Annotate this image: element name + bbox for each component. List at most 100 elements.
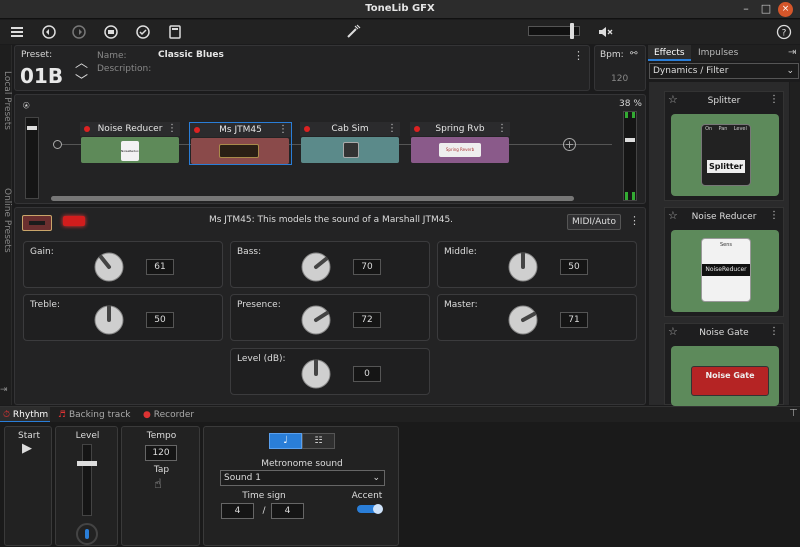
chain-slot-cab-sim[interactable]: Cab Sim ⋮ xyxy=(300,122,400,164)
reset-icon[interactable] xyxy=(102,23,120,41)
output-gain-handle[interactable] xyxy=(625,138,635,142)
slot-thumbnail xyxy=(301,137,399,163)
slot-power-led[interactable] xyxy=(414,126,420,132)
gain-knob[interactable] xyxy=(92,250,126,284)
redo-icon[interactable] xyxy=(70,23,88,41)
level-knob[interactable] xyxy=(299,357,333,391)
level-label: Level (dB): xyxy=(237,354,286,364)
level-value[interactable]: 0 xyxy=(353,366,381,382)
middle-value[interactable]: 50 xyxy=(560,259,588,275)
preset-menu-icon[interactable]: ⋮ xyxy=(573,49,584,62)
menu-icon[interactable] xyxy=(8,23,26,41)
undo-icon[interactable] xyxy=(40,23,58,41)
tab-online-presets[interactable]: Online Presets xyxy=(0,175,12,265)
link-icon[interactable]: ⚯ xyxy=(630,49,638,59)
input-gain-handle[interactable] xyxy=(27,126,37,130)
save-icon[interactable] xyxy=(134,23,152,41)
bass-knob[interactable] xyxy=(299,250,333,284)
name-label: Name: xyxy=(97,51,127,61)
tab-recorder-label: Recorder xyxy=(153,410,195,420)
effect-menu-icon[interactable]: ⋮ xyxy=(769,326,779,337)
time-sign-numerator[interactable]: 4 xyxy=(221,503,254,519)
gain-value[interactable]: 61 xyxy=(146,259,174,275)
tab-recorder[interactable]: ● Recorder xyxy=(143,407,194,423)
mute-icon[interactable] xyxy=(596,23,614,41)
calculator-icon[interactable] xyxy=(166,23,184,41)
time-sign-denominator[interactable]: 4 xyxy=(271,503,304,519)
treble-value[interactable]: 50 xyxy=(146,312,174,328)
preset-down-icon[interactable]: ﹀ xyxy=(75,70,88,89)
slot-label: Ms JTM45 xyxy=(219,125,262,135)
chain-slot-spring-rvb[interactable]: Spring Rvb ⋮ Spring Reverb xyxy=(410,122,510,164)
tap-label: Tap xyxy=(153,465,170,475)
chain-slot-ms-jtm45[interactable]: Ms JTM45 ⋮ xyxy=(189,122,292,165)
level-control: Level (dB): 0 xyxy=(230,348,430,395)
tab-local-presets[interactable]: Local Presets xyxy=(0,55,12,145)
effects-scrollbar[interactable] xyxy=(790,82,800,405)
presence-value[interactable]: 72 xyxy=(353,312,381,328)
chain-slot-noise-reducer[interactable]: Noise Reducer ⋮ NoiseReducer xyxy=(80,122,180,164)
tap-hand-icon[interactable]: ☝ xyxy=(154,477,162,492)
noise-reducer-sens-label: Sens xyxy=(719,242,733,248)
rhythm-panel xyxy=(0,422,800,547)
rhythm-level-handle[interactable] xyxy=(77,461,97,466)
slot-menu-icon[interactable]: ⋮ xyxy=(497,122,507,136)
effect-category-select[interactable]: Dynamics / Filter ⌄ xyxy=(649,63,799,79)
middle-knob[interactable] xyxy=(506,250,540,284)
preset-name[interactable]: Classic Blues xyxy=(158,50,224,60)
amp-menu-icon[interactable]: ⋮ xyxy=(629,214,640,227)
noise-gate-pedal-label: Noise Gate xyxy=(705,371,755,380)
drum-icon[interactable]: ☷ xyxy=(302,433,335,449)
midi-auto-button[interactable]: MIDI/Auto xyxy=(567,214,621,230)
level-panel: Level xyxy=(55,426,118,546)
slot-power-led[interactable] xyxy=(84,126,90,132)
master-volume-handle[interactable] xyxy=(569,23,574,39)
collapse-panel-icon[interactable]: ⇥ xyxy=(788,47,796,58)
tab-backing-track[interactable]: ♬ Backing track xyxy=(58,407,131,423)
pan-knob[interactable] xyxy=(76,523,98,545)
tempo-value[interactable]: 120 xyxy=(145,445,177,461)
add-effect-icon[interactable]: + xyxy=(563,138,576,151)
slot-menu-icon[interactable]: ⋮ xyxy=(167,122,177,136)
presence-knob[interactable] xyxy=(299,303,333,337)
level-label-bottom: Level xyxy=(75,431,100,441)
tab-effects[interactable]: Effects xyxy=(648,45,691,61)
effect-menu-icon[interactable]: ⋮ xyxy=(769,210,779,221)
minimize-button[interactable]: – xyxy=(738,1,754,17)
slot-power-led[interactable] xyxy=(304,126,310,132)
treble-knob[interactable] xyxy=(92,303,126,337)
slot-menu-icon[interactable]: ⋮ xyxy=(278,123,288,137)
play-icon[interactable]: ▶ xyxy=(22,441,32,456)
expand-icon[interactable]: ⇥ xyxy=(0,385,8,395)
maximize-button[interactable]: □ xyxy=(758,1,774,17)
metronome-icon[interactable]: ♩ xyxy=(269,433,302,449)
effect-card-noise-gate[interactable]: ☆ Noise Gate ⋮ Noise Gate xyxy=(664,323,784,406)
effect-card-noise-reducer[interactable]: ☆ Noise Reducer ⋮ Sens NoiseReducer xyxy=(664,207,784,317)
effect-card-splitter[interactable]: ☆ Splitter ⋮ On Pan Level Splitter xyxy=(664,91,784,201)
noise-gate-pedal-image: Noise Gate xyxy=(671,346,779,406)
svg-text:?: ? xyxy=(782,29,787,39)
middle-control: Middle: 50 xyxy=(437,241,637,288)
tuner-icon[interactable] xyxy=(344,23,362,41)
master-knob[interactable] xyxy=(506,303,540,337)
close-button[interactable]: × xyxy=(778,2,793,17)
accent-toggle[interactable] xyxy=(357,504,383,514)
help-icon[interactable]: ? xyxy=(775,23,793,41)
collapse-bottom-icon[interactable]: ⊤ xyxy=(789,408,798,419)
slot-menu-icon[interactable]: ⋮ xyxy=(387,122,397,136)
bass-value[interactable]: 70 xyxy=(353,259,381,275)
tab-rhythm[interactable]: ⏱ Rhythm xyxy=(0,407,50,423)
bpm-value: 120 xyxy=(611,74,629,84)
chevron-down-icon: ⌄ xyxy=(372,473,380,483)
chain-scrollbar[interactable] xyxy=(51,196,574,201)
sound-select[interactable]: Sound 1 ⌄ xyxy=(220,470,385,486)
effect-menu-icon[interactable]: ⋮ xyxy=(769,94,779,105)
splitter-knob-level-label: Level xyxy=(733,126,747,132)
slot-power-led[interactable] xyxy=(194,127,200,133)
tab-impulses[interactable]: Impulses xyxy=(692,45,744,61)
input-icon[interactable]: ⍟ xyxy=(23,99,30,113)
preset-up-icon[interactable]: ︿ xyxy=(75,52,88,71)
rhythm-level-slider[interactable] xyxy=(77,444,97,516)
master-value[interactable]: 71 xyxy=(560,312,588,328)
master-volume-slider[interactable] xyxy=(528,23,580,39)
